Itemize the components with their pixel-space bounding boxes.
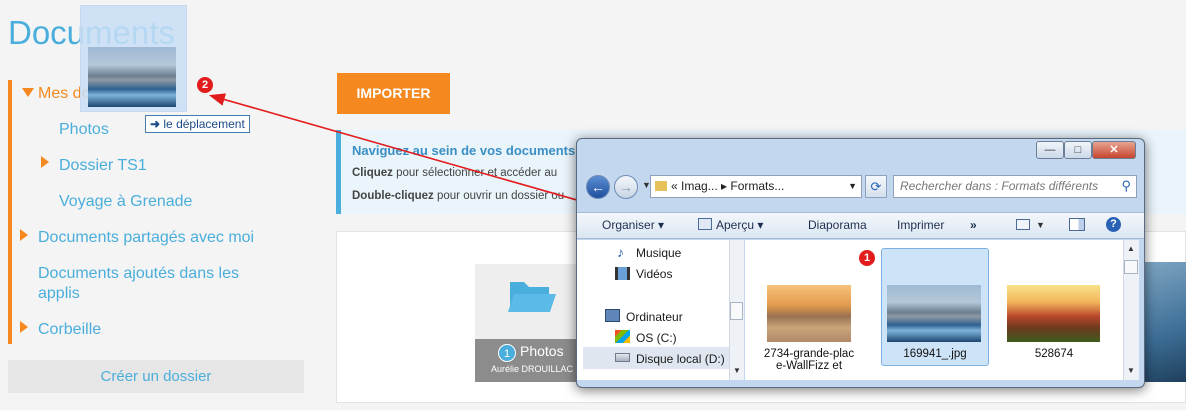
videos-icon xyxy=(615,267,630,280)
scroll-down-icon[interactable]: ▼ xyxy=(733,366,741,375)
nav-item-computer[interactable]: Ordinateur xyxy=(626,310,683,324)
organize-menu[interactable]: Organiser ▾ xyxy=(602,218,664,232)
folder-icon xyxy=(655,181,667,191)
print-button[interactable]: Imprimer xyxy=(897,218,944,232)
file-name-line1: 2734-grande-plac xyxy=(763,348,855,360)
file-thumbnail-venice[interactable] xyxy=(767,285,851,342)
address-text: « Imag... ▸ Formats... xyxy=(671,179,785,193)
file-name-lake[interactable]: 169941_.jpg xyxy=(881,348,989,360)
nav-item-drive-c[interactable]: OS (C:) xyxy=(636,331,677,345)
view-dropdown-icon[interactable]: ▼ xyxy=(1036,220,1045,230)
move-arrow-icon: ➜ xyxy=(150,117,164,131)
drag-preview xyxy=(80,5,187,112)
music-icon: ♪ xyxy=(617,244,624,260)
files-scroll-thumb[interactable] xyxy=(1124,260,1138,274)
search-input[interactable]: Rechercher dans : Formats différents ⚲ xyxy=(893,175,1137,198)
file-name-line2: e-WallFizz et xyxy=(775,360,843,372)
drag-tooltip: ➜ le déplacement xyxy=(145,115,250,133)
forward-arrow-icon[interactable]: → xyxy=(614,175,638,199)
search-icon[interactable]: ⚲ xyxy=(1121,178,1131,194)
file-thumbnail-lake[interactable] xyxy=(887,285,981,342)
computer-icon xyxy=(605,309,620,322)
address-dropdown-icon[interactable]: ▼ xyxy=(848,181,857,191)
search-placeholder: Rechercher dans : Formats différents xyxy=(900,179,1099,193)
help-icon[interactable]: ? xyxy=(1106,217,1121,232)
maximize-button[interactable]: □ xyxy=(1064,141,1092,159)
slideshow-button[interactable]: Diaporama xyxy=(808,218,867,232)
file-name-venice[interactable]: 2734-grande-plac e-WallFizz et xyxy=(758,348,860,372)
nav-item-videos[interactable]: Vidéos xyxy=(636,267,672,281)
preview-pane-icon[interactable] xyxy=(1069,218,1085,231)
drag-tooltip-text: le déplacement xyxy=(163,117,245,131)
drive-d-icon xyxy=(615,353,630,362)
view-icon[interactable] xyxy=(1016,219,1030,230)
drive-c-icon xyxy=(615,330,630,343)
file-thumbnail-sunset[interactable] xyxy=(1007,285,1100,342)
file-name-sunset[interactable]: 528674 xyxy=(1000,348,1108,360)
scroll-down-icon[interactable]: ▼ xyxy=(1127,366,1135,375)
preview-menu[interactable]: Aperçu ▾ xyxy=(716,218,763,232)
preview-icon xyxy=(698,218,712,230)
back-arrow-icon[interactable]: ← xyxy=(586,175,610,199)
step-badge-2: 2 xyxy=(197,77,213,93)
nav-pane-scroll-thumb[interactable] xyxy=(730,302,743,320)
scroll-up-icon[interactable]: ▲ xyxy=(1127,244,1135,253)
refresh-icon[interactable]: ⟳ xyxy=(865,175,887,198)
step-badge-1: 1 xyxy=(859,250,875,266)
nav-item-music[interactable]: Musique xyxy=(636,246,681,260)
address-bar[interactable]: « Imag... ▸ Formats... ▼ xyxy=(650,175,862,198)
minimize-button[interactable]: — xyxy=(1036,141,1064,159)
drag-preview-image xyxy=(88,47,176,107)
nav-item-drive-d[interactable]: Disque local (D:) xyxy=(636,352,725,366)
close-button[interactable]: ✕ xyxy=(1092,141,1136,159)
more-commands-button[interactable]: » xyxy=(970,218,977,232)
